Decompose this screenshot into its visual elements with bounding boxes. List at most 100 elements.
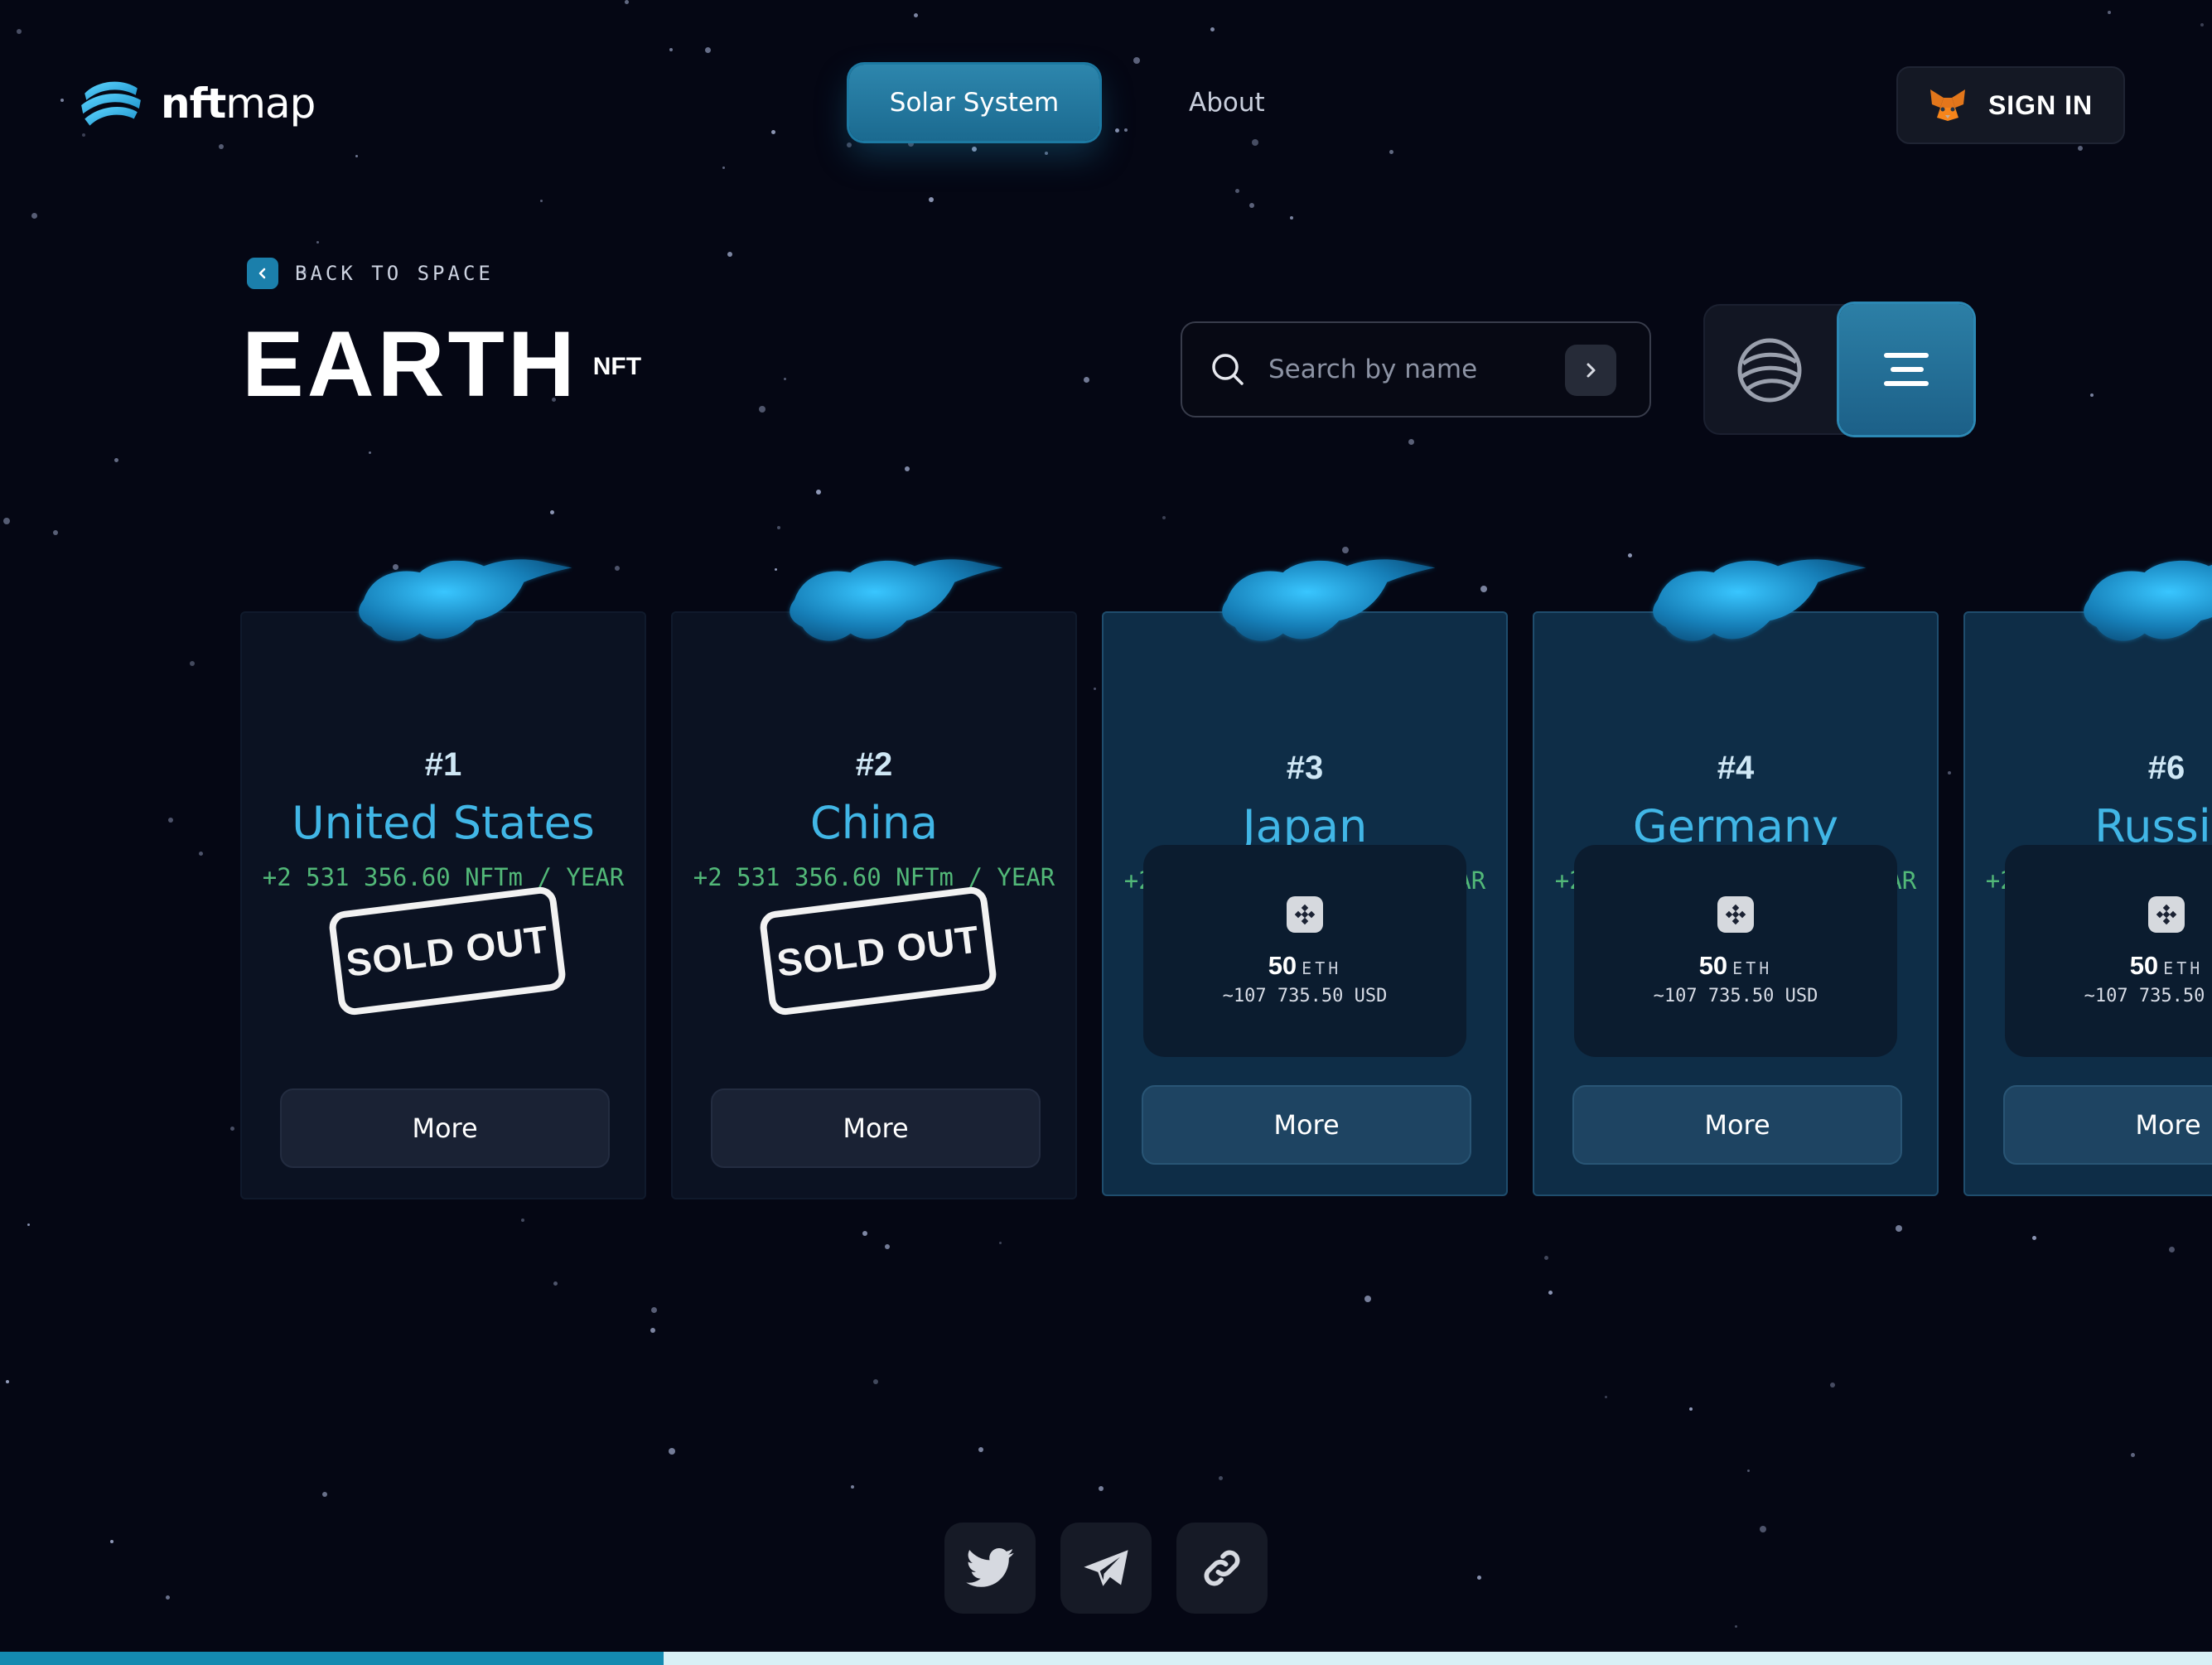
telegram-link[interactable]	[1060, 1523, 1152, 1614]
star	[978, 1447, 983, 1452]
price-box: 50ETH ~107 735.50 USD	[2005, 845, 2212, 1057]
yield-rate: +2 531 356.60 NFTm / YEAR	[262, 863, 625, 891]
sold-out-text: SOLD OUT	[774, 917, 983, 985]
star	[1099, 1486, 1104, 1491]
continent-illustration	[1653, 559, 1867, 641]
star	[550, 510, 554, 514]
star	[625, 0, 629, 4]
sold-out-stamp: SOLD OUT	[758, 885, 998, 1017]
view-toggle	[1703, 304, 1973, 435]
nft-card[interactable]: #1 United States +2 531 356.60 NFTm / YE…	[240, 559, 646, 1199]
nft-card[interactable]: #2 China +2 531 356.60 NFTm / YEAR SOLD …	[671, 559, 1077, 1199]
star	[110, 1540, 113, 1543]
page-title-superscript: NFT	[592, 353, 642, 380]
star	[1389, 150, 1393, 154]
twitter-icon	[966, 1548, 1014, 1587]
continent-illustration	[359, 559, 572, 641]
binance-token-icon	[2148, 896, 2185, 933]
star	[816, 490, 821, 495]
star	[784, 378, 786, 380]
price-usd: ~107 735.50 USD	[1222, 986, 1388, 1006]
back-label: BACK TO SPACE	[295, 262, 494, 285]
price-eth: 50 ETH	[1268, 951, 1342, 980]
page-title: EARTH NFT	[242, 315, 641, 414]
progress-fill	[0, 1652, 664, 1665]
logo[interactable]: nftmap	[76, 70, 316, 138]
page-progress-bar	[0, 1652, 2212, 1665]
star	[759, 406, 766, 413]
star	[722, 166, 725, 169]
logo-globe-icon	[81, 81, 141, 126]
sold-out-stamp: SOLD OUT	[327, 885, 567, 1017]
star	[3, 518, 10, 524]
star	[230, 1127, 234, 1131]
star	[6, 1380, 9, 1383]
twitter-link[interactable]	[944, 1523, 1036, 1614]
binance-token-icon	[1287, 896, 1323, 933]
globe-view-button[interactable]	[1723, 324, 1816, 417]
sign-in-button[interactable]: SIGN IN	[1896, 66, 2125, 144]
star	[847, 142, 852, 147]
star	[190, 661, 195, 666]
nft-number: #3	[1286, 750, 1324, 786]
more-button[interactable]: More	[1572, 1085, 1902, 1165]
nft-card[interactable]: #3 Japan +2 531 356.60 NFTm / YEAR 50ETH…	[1102, 559, 1508, 1196]
star	[851, 1485, 854, 1489]
list-view-button[interactable]	[1839, 304, 1973, 435]
star	[2032, 1236, 2036, 1240]
star	[521, 1219, 524, 1222]
star	[1219, 1476, 1223, 1480]
star	[1760, 1526, 1766, 1532]
price-usd: ~107 735.50 USD	[2084, 986, 2212, 1006]
star	[1747, 1470, 1750, 1472]
search-submit-button[interactable]	[1565, 345, 1616, 396]
link-icon	[1204, 1550, 1240, 1586]
more-button[interactable]: More	[711, 1088, 1041, 1168]
star	[862, 1231, 867, 1236]
star	[771, 130, 775, 134]
more-button[interactable]: More	[1142, 1085, 1471, 1165]
more-button[interactable]: More	[280, 1088, 610, 1168]
star	[166, 1595, 170, 1600]
sold-out-text: SOLD OUT	[343, 917, 552, 985]
page-title-text: EARTH	[242, 312, 578, 416]
star	[2169, 1247, 2175, 1252]
price-box: 50ETH ~107 735.50 USD	[1574, 845, 1897, 1057]
logo-text: nftmap	[161, 80, 316, 128]
star	[1290, 216, 1293, 220]
star	[1133, 57, 1140, 64]
social-links	[944, 1523, 1268, 1614]
star	[905, 466, 910, 471]
price-box: 50ETH ~107 735.50 USD	[1143, 845, 1466, 1057]
price-usd: ~107 735.50 USD	[1653, 986, 1818, 1006]
nft-card[interactable]: #6 Russia +2 531 356.60 NFTm / YEAR 50ET…	[1963, 560, 2212, 1196]
star	[168, 818, 173, 823]
star	[540, 200, 543, 202]
star	[873, 1379, 878, 1384]
star	[1249, 203, 1254, 208]
continent-illustration	[790, 559, 1003, 641]
nav-solar-system[interactable]: Solar System	[849, 65, 1099, 141]
star	[914, 13, 918, 17]
chevron-right-icon	[1587, 363, 1596, 378]
globe-icon	[1737, 338, 1802, 403]
star	[705, 47, 711, 53]
star	[1210, 27, 1215, 31]
star	[199, 852, 203, 856]
search-input[interactable]	[1267, 354, 1568, 385]
price-eth: 50 ETH	[1698, 951, 1773, 980]
more-button[interactable]: More	[2003, 1085, 2212, 1165]
link-button[interactable]	[1176, 1523, 1268, 1614]
search-icon	[1212, 354, 1244, 385]
star	[1735, 1625, 1737, 1628]
star	[1548, 1291, 1553, 1295]
back-to-space-link[interactable]: BACK TO SPACE	[247, 258, 494, 289]
nav-about[interactable]: About	[1189, 88, 1265, 118]
star	[17, 29, 22, 34]
star	[727, 252, 732, 257]
metamask-fox-icon	[1929, 89, 1965, 121]
nft-card[interactable]: #4 Germany +2 531 356.60 NFTm / YEAR 50E…	[1533, 559, 1939, 1196]
nft-number: #1	[424, 746, 462, 783]
star	[114, 458, 118, 462]
star	[369, 451, 371, 454]
